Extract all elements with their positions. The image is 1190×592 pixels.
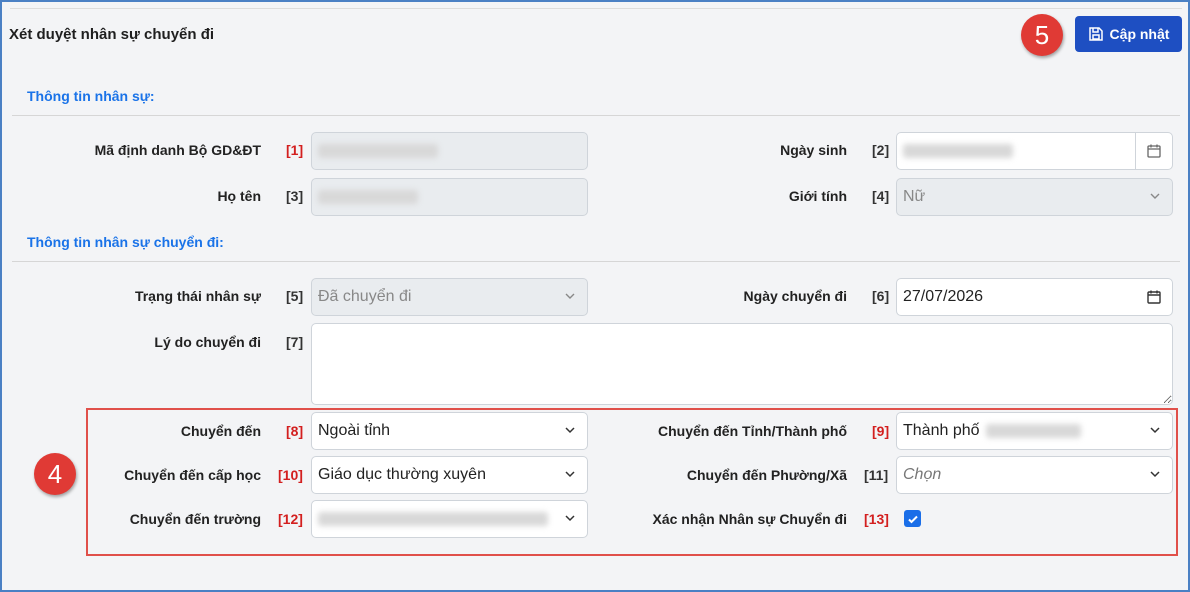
label-xac-nhan: Xác nhận Nhân sự Chuyển đi [652,511,847,527]
phuong-xa-select[interactable]: Chọn [896,456,1173,494]
ngay-sinh-input[interactable] [896,132,1173,170]
ly-do-textarea[interactable] [311,323,1173,405]
xac-nhan-checkbox[interactable] [904,510,921,527]
label-ly-do: Lý do chuyển đi [154,334,261,350]
ma-dinh-danh-input[interactable] [311,132,588,170]
calendar-button[interactable] [1136,279,1172,315]
divider [12,261,1180,262]
truong-select[interactable] [311,500,588,538]
label-tinh-tp: Chuyển đến Tỉnh/Thành phố [658,423,847,439]
gioi-tinh-value: Nữ [903,188,926,205]
cap-hoc-select[interactable]: Giáo dục thường xuyên [311,456,588,494]
update-button[interactable]: Cập nhật [1075,16,1182,52]
label-trang-thai: Trạng thái nhân sự [134,288,261,304]
calendar-icon [1147,290,1161,304]
num-10: [10] [278,467,303,483]
label-ma-dinh-danh: Mã định danh Bộ GD&ĐT [94,142,261,158]
num-8: [8] [286,423,304,439]
calendar-icon [1147,144,1161,158]
chuyen-den-value: Ngoài tỉnh [318,422,391,439]
update-button-label: Cập nhật [1109,26,1170,42]
label-phuong-xa: Chuyển đến Phường/Xã [686,467,847,483]
chevron-down-icon [1150,193,1160,199]
num-6: [6] [872,288,890,304]
gioi-tinh-select[interactable]: Nữ [896,178,1173,216]
num-2: [2] [872,142,890,158]
num-1: [1] [286,142,304,158]
divider [12,115,1180,116]
page-title: Xét duyệt nhân sự chuyển đi [9,26,215,43]
trang-thai-value: Đã chuyển đi [318,288,412,305]
label-ho-ten: Họ tên [217,188,261,204]
num-13: [13] [864,511,889,527]
redacted-value [903,144,1013,158]
chuyen-den-select[interactable]: Ngoài tỉnh [311,412,588,450]
step-badge-5: 5 [1021,14,1063,56]
phuong-xa-placeholder: Chọn [903,466,942,483]
label-truong: Chuyển đến trường [129,511,261,527]
chevron-down-icon [1150,471,1160,478]
ngay-chuyen-di-value: 27/07/2026 [903,288,984,305]
num-7: [7] [286,334,304,350]
chevron-down-icon [565,427,575,434]
ho-ten-input[interactable] [311,178,588,216]
calendar-button[interactable] [1135,133,1172,169]
tinh-tp-select[interactable]: Thành phố [896,412,1173,450]
ngay-chuyen-di-input[interactable]: 27/07/2026 [896,278,1173,316]
section-title-personnel: Thông tin nhân sự: [27,88,155,104]
num-12: [12] [278,511,303,527]
chevron-down-icon [565,471,575,478]
label-ngay-chuyen-di: Ngày chuyển đi [743,288,847,304]
chevron-down-icon [1150,427,1160,434]
label-ngay-sinh: Ngày sinh [780,142,847,158]
label-chuyen-den: Chuyển đến [180,423,261,439]
cap-hoc-value: Giáo dục thường xuyên [318,466,486,483]
num-11: [11] [864,467,889,483]
redacted-value [985,424,1081,438]
check-icon [907,515,918,523]
num-9: [9] [872,423,890,439]
tinh-tp-value: Thành phố [903,422,980,439]
chevron-down-icon [565,515,575,522]
redacted-value [318,512,548,526]
chevron-down-icon [565,293,575,299]
num-3: [3] [286,188,304,204]
num-5: [5] [286,288,304,304]
num-4: [4] [872,188,890,204]
trang-thai-select[interactable]: Đã chuyển đi [311,278,588,316]
redacted-value [318,144,438,158]
save-icon [1088,27,1103,41]
redacted-value [318,190,418,204]
label-gioi-tinh: Giới tính [788,188,847,204]
label-cap-hoc: Chuyển đến cấp học [124,467,261,483]
section-title-transfer: Thông tin nhân sự chuyển đi: [27,234,224,250]
